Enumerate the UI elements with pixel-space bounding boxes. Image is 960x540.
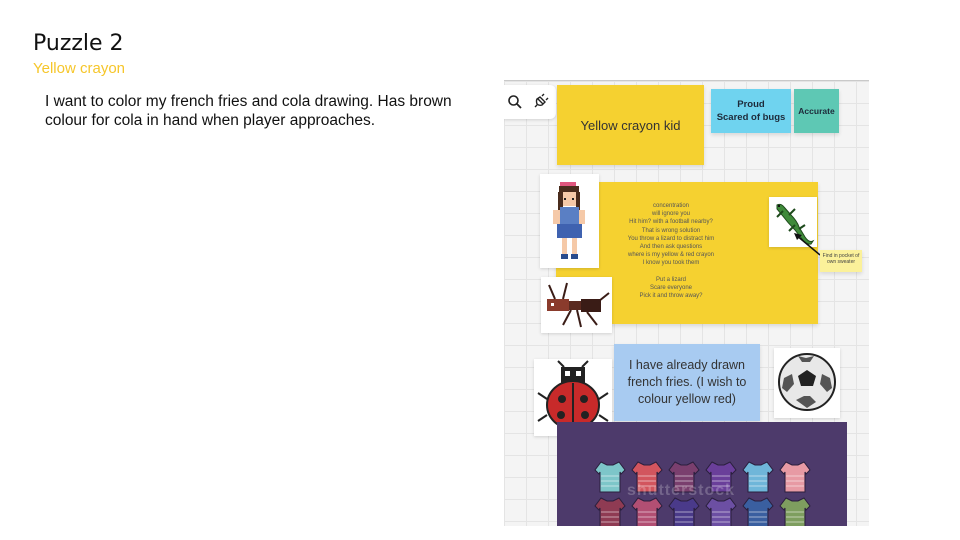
sweater-grid xyxy=(594,461,811,526)
sticky-note-text: Proud xyxy=(737,99,765,110)
sweater-icon xyxy=(594,461,626,493)
sweater-icon xyxy=(779,497,811,526)
pixel-girl-image[interactable] xyxy=(540,174,599,268)
slide-subtitle: Yellow crayon xyxy=(33,60,125,77)
sticky-note-accurate[interactable]: Accurate xyxy=(794,89,839,133)
sticky-note-find-in-pocket[interactable]: Find in pocket of own sweater xyxy=(820,250,862,272)
sticky-note-text: Yellow crayon kid xyxy=(580,117,681,133)
arrow-icon xyxy=(794,233,821,256)
board-toolbar xyxy=(504,85,556,119)
whiteboard-screenshot: Yellow crayon kid Proud Scared of bugs A… xyxy=(504,80,869,526)
plug-icon[interactable] xyxy=(531,93,549,111)
sticky-note-text: Find in pocket of own sweater xyxy=(822,253,860,265)
search-icon[interactable] xyxy=(506,93,524,111)
slide-title: Puzzle 2 xyxy=(33,31,124,56)
sweater-icon xyxy=(779,461,811,493)
sweater-icon xyxy=(668,497,700,526)
sweater-icon xyxy=(742,497,774,526)
sticky-note-text: Accurate xyxy=(798,106,835,116)
pixel-ant-image[interactable] xyxy=(541,277,612,333)
sweater-icon xyxy=(705,497,737,526)
sticky-note-proud[interactable]: Proud Scared of bugs xyxy=(711,89,791,133)
sticky-note-text: I have already drawn french fries. (I wi… xyxy=(627,358,747,406)
sticky-note-french-fries[interactable]: I have already drawn french fries. (I wi… xyxy=(614,344,760,421)
sweater-icon xyxy=(631,497,663,526)
pixel-soccer-ball-image[interactable] xyxy=(774,348,840,418)
sticky-note-text: Scared of bugs xyxy=(716,112,786,123)
sweater-icon xyxy=(594,497,626,526)
slide-body-text: I want to color my french fries and cola… xyxy=(45,93,452,129)
watermark: shutterstock xyxy=(627,482,736,499)
sticky-note-yellow-crayon-kid[interactable]: Yellow crayon kid xyxy=(557,85,704,165)
sweater-collection-image[interactable]: shutterstock xyxy=(557,422,847,526)
sweater-icon xyxy=(742,461,774,493)
